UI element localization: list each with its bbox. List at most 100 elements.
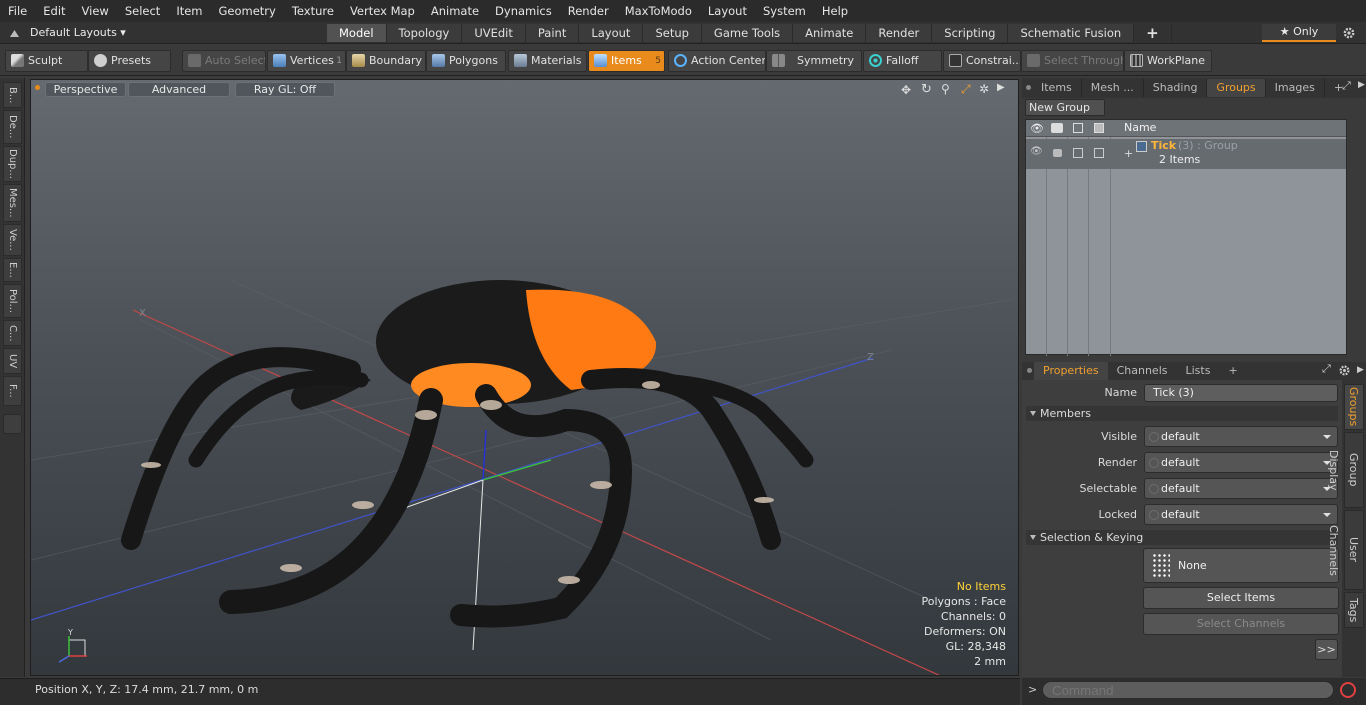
gear-icon[interactable]: [1342, 26, 1356, 40]
workplane-button[interactable]: WorkPlane: [1124, 50, 1212, 72]
tab-setup[interactable]: Setup: [643, 24, 702, 42]
more-button[interactable]: >>: [1315, 639, 1338, 660]
strip-tab-curve[interactable]: C...: [3, 320, 22, 346]
tab-topology[interactable]: Topology: [386, 24, 463, 42]
viewport-expand-icon[interactable]: ▶: [997, 82, 1005, 93]
props-menu-dot[interactable]: [1022, 362, 1034, 380]
select-through-button[interactable]: Select Through: [1021, 50, 1124, 72]
members-section[interactable]: Members: [1026, 406, 1338, 421]
menu-select[interactable]: Select: [117, 0, 168, 22]
expand-icon[interactable]: +: [1124, 147, 1133, 160]
select-channels-button[interactable]: Select Channels: [1143, 613, 1339, 635]
sculpt-button[interactable]: Sculpt: [5, 50, 88, 72]
polygons-button[interactable]: Polygons: [426, 50, 506, 72]
strip-tab-basic[interactable]: B...: [3, 82, 22, 108]
action-center-button[interactable]: Action Center: [668, 50, 766, 72]
panel-expand-icon[interactable]: ▶: [1358, 80, 1365, 90]
collapse-up-icon[interactable]: [9, 28, 20, 38]
new-group-button[interactable]: New Group: [1025, 99, 1105, 116]
command-input[interactable]: [1042, 681, 1334, 699]
menu-texture[interactable]: Texture: [284, 0, 342, 22]
menu-view[interactable]: View: [74, 0, 117, 22]
tab-shading[interactable]: Shading: [1144, 79, 1208, 97]
boundary-button[interactable]: Boundary: [346, 50, 426, 72]
menu-maxtomodo[interactable]: MaxToModo: [617, 0, 700, 22]
tab-properties[interactable]: Properties: [1034, 362, 1108, 380]
shading-mode-button[interactable]: Advanced: [128, 82, 230, 97]
strip-tab-uv[interactable]: UV: [3, 348, 22, 374]
visible-dropdown[interactable]: default: [1144, 426, 1338, 447]
raygl-toggle[interactable]: Ray GL: Off: [235, 82, 335, 97]
strip-tab-fusion[interactable]: F...: [3, 376, 22, 406]
strip-tab-duplicate[interactable]: Dup...: [3, 146, 22, 182]
row-visibility-icon[interactable]: 👁: [1030, 146, 1043, 157]
tab-lists[interactable]: Lists: [1177, 362, 1220, 380]
add-props-tab-button[interactable]: +: [1219, 362, 1246, 380]
keying-none-button[interactable]: None: [1143, 548, 1339, 583]
record-icon[interactable]: [1340, 682, 1356, 698]
render-column-icon[interactable]: [1051, 123, 1063, 133]
tab-images[interactable]: Images: [1266, 79, 1325, 97]
menu-file[interactable]: File: [0, 0, 35, 22]
tab-mesh[interactable]: Mesh ...: [1082, 79, 1144, 97]
view-type-button[interactable]: Perspective: [45, 82, 126, 97]
tab-animate[interactable]: Animate: [793, 24, 867, 42]
tab-layout[interactable]: Layout: [579, 24, 644, 42]
falloff-button[interactable]: Falloff: [863, 50, 942, 72]
menu-system[interactable]: System: [755, 0, 814, 22]
presets-button[interactable]: Presets: [88, 50, 171, 72]
menu-help[interactable]: Help: [814, 0, 856, 22]
tick-model[interactable]: [121, 280, 814, 628]
rotate-icon[interactable]: ↻: [921, 82, 932, 97]
vtab-groups[interactable]: Groups: [1344, 384, 1364, 430]
visibility-column-icon[interactable]: 👁: [1030, 122, 1044, 135]
panel-maximize-icon[interactable]: ⤢: [1342, 79, 1351, 93]
name-column-header[interactable]: Name: [1124, 121, 1156, 134]
select-items-button[interactable]: Select Items: [1143, 587, 1339, 609]
selection-keying-section[interactable]: Selection & Keying: [1026, 530, 1338, 545]
layout-selector[interactable]: Default Layouts ▾: [30, 22, 126, 44]
tab-schematic-fusion[interactable]: Schematic Fusion: [1008, 24, 1135, 42]
viewport-menu-dot[interactable]: [35, 85, 40, 90]
props-gear-icon[interactable]: [1338, 364, 1351, 377]
tab-groups[interactable]: Groups: [1207, 79, 1266, 97]
pan-icon[interactable]: ✥: [901, 83, 911, 97]
tab-model[interactable]: Model: [327, 24, 387, 42]
render-dropdown[interactable]: default: [1144, 452, 1338, 473]
tab-paint[interactable]: Paint: [525, 24, 580, 42]
selectable-dropdown[interactable]: default: [1144, 478, 1338, 499]
menu-item[interactable]: Item: [168, 0, 210, 22]
add-tab-button[interactable]: +: [1134, 24, 1172, 42]
tab-channels[interactable]: Channels: [1108, 362, 1177, 380]
constraints-button[interactable]: Constrai...: [943, 50, 1021, 72]
tab-render[interactable]: Render: [866, 24, 933, 42]
items-button[interactable]: Items 5: [588, 50, 665, 72]
zoom-icon[interactable]: ⚲: [941, 82, 950, 96]
strip-tab-mesh[interactable]: Mes...: [3, 184, 22, 222]
strip-tab-edge[interactable]: E...: [3, 258, 22, 282]
vtab-tags[interactable]: Tags: [1344, 592, 1364, 628]
strip-tab-deform[interactable]: De...: [3, 110, 22, 144]
strip-tab-polygon[interactable]: Pol...: [3, 284, 22, 318]
row-render-icon[interactable]: [1053, 149, 1062, 157]
menu-edit[interactable]: Edit: [35, 0, 73, 22]
viewport-settings-icon[interactable]: ✲: [979, 82, 989, 96]
props-maximize-icon[interactable]: ⤢: [1322, 362, 1331, 376]
vtab-group-display[interactable]: Group Display: [1327, 432, 1364, 508]
tab-uvedit[interactable]: UVEdit: [462, 24, 526, 42]
menu-render[interactable]: Render: [560, 0, 617, 22]
menu-layout[interactable]: Layout: [700, 0, 755, 22]
menu-vertex-map[interactable]: Vertex Map: [342, 0, 423, 22]
only-button[interactable]: ★ Only: [1262, 24, 1336, 42]
tab-items[interactable]: Items: [1032, 79, 1082, 97]
panel-menu-dot[interactable]: [1022, 79, 1032, 97]
strip-tab-vertex[interactable]: Ve...: [3, 224, 22, 256]
groups-scrollbar[interactable]: [1347, 119, 1363, 355]
menu-geometry[interactable]: Geometry: [211, 0, 284, 22]
materials-button[interactable]: Materials: [508, 50, 587, 72]
menu-animate[interactable]: Animate: [423, 0, 487, 22]
lock-column-icon[interactable]: [1094, 123, 1104, 133]
strip-toggle-button[interactable]: [3, 414, 22, 434]
auto-select-button[interactable]: Auto Select: [182, 50, 266, 72]
props-expand-icon[interactable]: ▶: [1357, 365, 1364, 375]
